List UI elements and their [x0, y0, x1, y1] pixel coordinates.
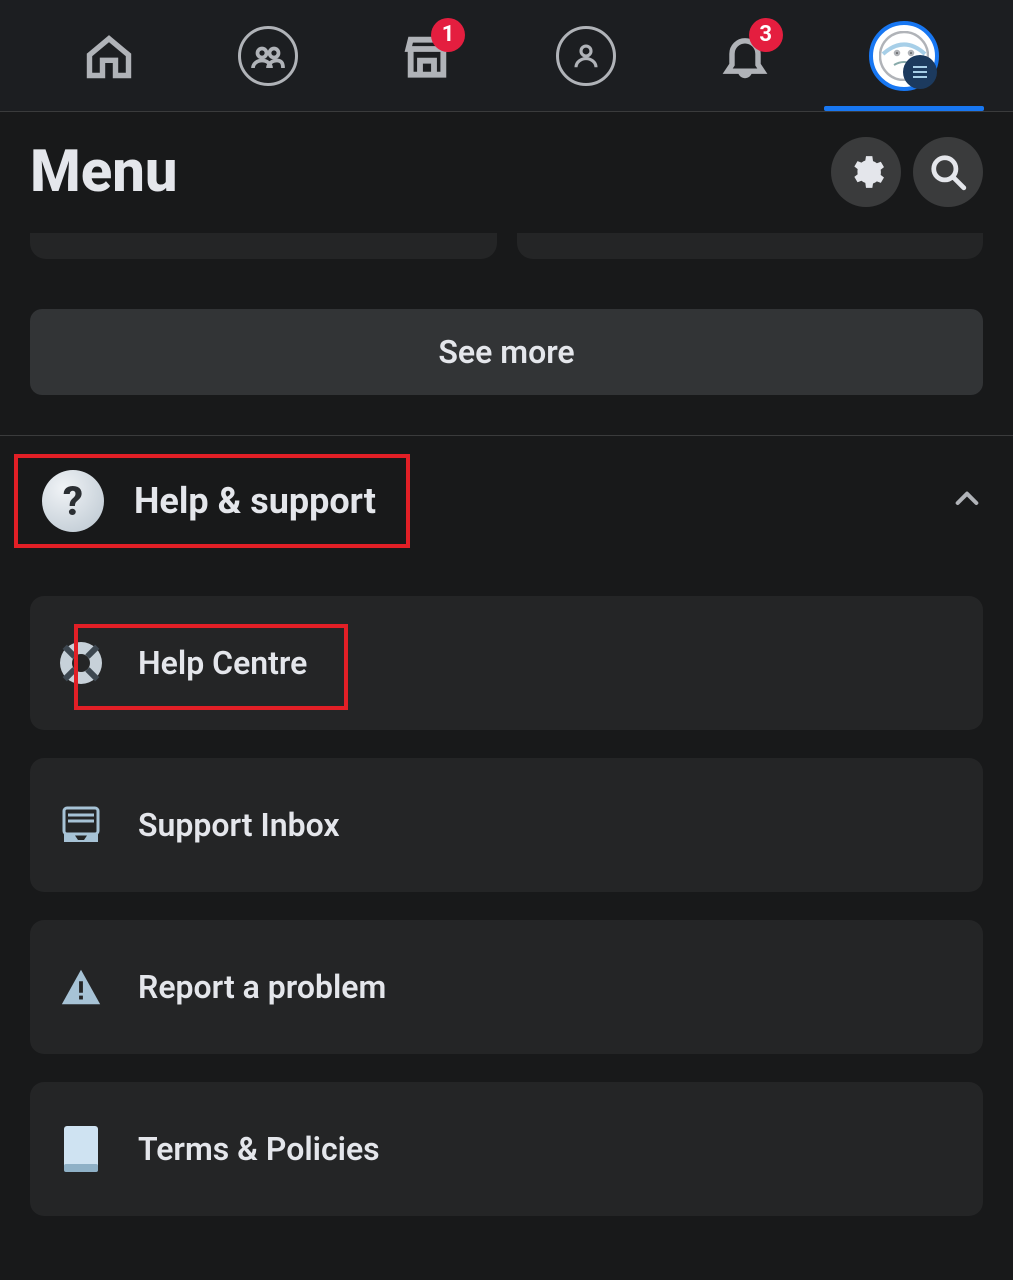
warning-icon — [58, 964, 104, 1010]
shortcut-card[interactable] — [30, 233, 497, 259]
hamburger-menu-icon — [903, 55, 937, 89]
person-icon — [556, 26, 616, 86]
menu-item-help-centre[interactable]: Help Centre — [30, 596, 983, 730]
see-more-button[interactable]: See more — [30, 309, 983, 395]
help-support-section-header[interactable]: ? Help & support — [0, 436, 1013, 566]
section-title: Help & support — [134, 480, 376, 522]
groups-icon — [238, 26, 298, 86]
menu-item-label: Help Centre — [138, 644, 307, 682]
chevron-up-icon — [951, 483, 983, 519]
menu-item-terms-policies[interactable]: Terms & Policies — [30, 1082, 983, 1216]
nav-groups[interactable] — [233, 21, 303, 91]
lifebuoy-icon — [58, 640, 104, 686]
nav-menu-profile[interactable] — [869, 21, 939, 91]
top-nav: 1 3 — [0, 0, 1013, 112]
active-tab-indicator — [824, 106, 984, 111]
shortcut-cards-row — [0, 233, 1013, 259]
avatar — [869, 21, 939, 91]
gear-icon — [847, 153, 885, 191]
shortcut-card[interactable] — [517, 233, 984, 259]
inbox-icon — [58, 802, 104, 848]
nav-home[interactable] — [74, 21, 144, 91]
help-support-submenu: Help Centre Support Inbox Report a probl… — [0, 566, 1013, 1216]
menu-item-label: Report a problem — [138, 968, 386, 1006]
nav-notifications[interactable]: 3 — [710, 21, 780, 91]
settings-button[interactable] — [831, 137, 901, 207]
menu-item-label: Support Inbox — [138, 806, 340, 844]
book-icon — [58, 1126, 104, 1172]
menu-item-report-problem[interactable]: Report a problem — [30, 920, 983, 1054]
annotation-highlight: ? Help & support — [14, 454, 410, 548]
search-icon — [929, 153, 967, 191]
nav-marketplace[interactable]: 1 — [392, 21, 462, 91]
notifications-badge: 3 — [749, 18, 783, 52]
page-title: Menu — [30, 138, 819, 206]
search-button[interactable] — [913, 137, 983, 207]
page-header: Menu — [0, 112, 1013, 227]
menu-item-label: Terms & Policies — [138, 1130, 380, 1168]
marketplace-badge: 1 — [431, 18, 465, 52]
question-icon: ? — [42, 470, 104, 532]
menu-item-support-inbox[interactable]: Support Inbox — [30, 758, 983, 892]
nav-profile-outline[interactable] — [551, 21, 621, 91]
